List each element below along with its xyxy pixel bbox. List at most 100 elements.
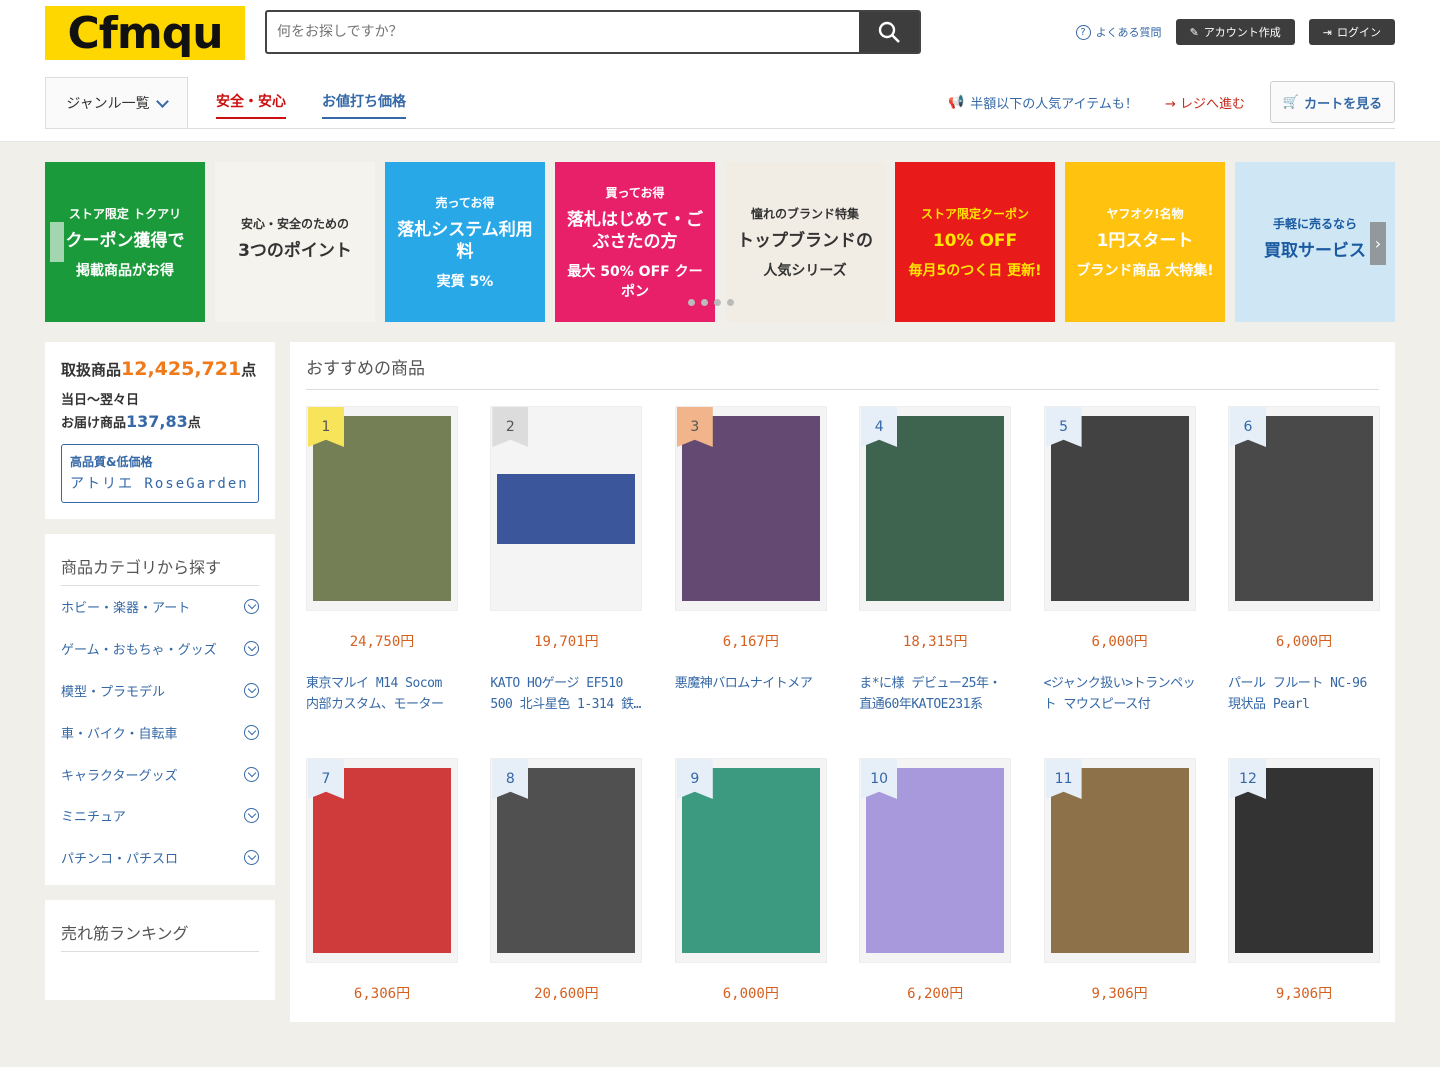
product-card[interactable]: 11 9,306円 — [1043, 758, 1196, 1067]
expand-circle-icon[interactable] — [244, 599, 259, 615]
promo-banner[interactable]: ヤフオク!名物 1円スタート ブランド商品 大特集! — [1065, 162, 1225, 322]
product-image — [497, 473, 636, 544]
product-price: 6,000円 — [1275, 634, 1333, 650]
expand-circle-icon[interactable] — [244, 808, 259, 824]
product-card[interactable]: 7 6,306円 — [306, 758, 458, 1067]
product-card[interactable]: 1 24,750円 東京マルイ M14 Socom 内部カスタム、モーター — [306, 406, 458, 715]
promo-link[interactable]: 📢 半額以下の人気アイテムも！ — [948, 93, 1138, 112]
product-image — [681, 768, 820, 953]
product-title[interactable] — [859, 1025, 1011, 1067]
promo-banner[interactable]: 買ってお得 落札はじめて・ごぶさたの方 最大 50% OFF クーポン — [555, 162, 715, 322]
expand-circle-icon[interactable] — [244, 724, 259, 740]
total-unit: 点 — [241, 361, 257, 379]
product-thumbnail[interactable]: 6 — [1228, 406, 1380, 611]
cart-button[interactable]: 🛒 カートを見る — [1270, 81, 1395, 123]
signup-label: アカウント作成 — [1203, 26, 1281, 39]
total-items: 取扱商品12,425,721点 — [61, 358, 259, 380]
product-title[interactable]: <ジャンク扱い>トランペット マウスピース付 — [1044, 673, 1196, 715]
product-thumbnail[interactable]: 11 — [1043, 758, 1196, 963]
genre-menu-button[interactable]: ジャンル一覧 — [45, 77, 188, 128]
expand-circle-icon[interactable] — [244, 766, 259, 782]
promo-banner[interactable]: 憧れのブランド特集 トップブランドの 人気シリーズ — [725, 162, 885, 322]
product-image — [497, 768, 636, 953]
product-price: 18,315円 — [902, 634, 968, 650]
question-icon: ? — [1075, 24, 1091, 40]
category-item[interactable]: ホビー・楽器・アート — [61, 586, 259, 628]
expand-circle-icon[interactable] — [244, 850, 259, 866]
product-title[interactable] — [306, 1025, 458, 1067]
product-thumbnail[interactable]: 12 — [1228, 758, 1380, 963]
product-card[interactable]: 5 6,000円 <ジャンク扱い>トランペット マウスピース付 — [1043, 406, 1196, 715]
product-card[interactable]: 12 9,306円 — [1228, 758, 1380, 1067]
promo-banner[interactable]: 売ってお得 落札システム利用料 実質 5% — [385, 162, 545, 322]
product-thumbnail[interactable]: 10 — [859, 758, 1012, 963]
product-thumbnail[interactable]: 9 — [674, 758, 827, 963]
banner-main-text: 落札システム利用料 — [397, 219, 533, 262]
expand-circle-icon[interactable] — [244, 682, 259, 698]
product-thumbnail[interactable]: 4 — [859, 406, 1012, 611]
cart-label: カートを見る — [1304, 96, 1383, 112]
tab-bargain[interactable]: お値打ち価格 — [322, 91, 406, 119]
category-list: ホビー・楽器・アート ゲーム・おもちゃ・グッズ 模型・プラモデル 車・バイク・自転車キ… — [61, 586, 259, 879]
carousel-dot[interactable] — [714, 299, 721, 306]
promo-banner[interactable]: ストア限定 トクアリ クーポン獲得で 掲載商品がお得 — [45, 162, 205, 322]
product-title[interactable] — [490, 1025, 642, 1067]
shop-name: アトリエ RoseGarden — [70, 476, 249, 492]
search-input[interactable] — [267, 12, 859, 52]
category-item[interactable]: パチンコ・パチスロ — [61, 837, 259, 879]
product-title[interactable]: ま*に様 デビュー25年・直通60年KATOE231系 — [859, 673, 1011, 715]
delivery-label: 当日〜翌々日 — [61, 393, 140, 408]
tab-safe[interactable]: 安全・安心 — [216, 91, 286, 119]
product-thumbnail[interactable]: 1 — [306, 406, 458, 611]
product-card[interactable]: 4 18,315円ま*に様 デビュー25年・直通60年KATOE231系 — [859, 406, 1012, 715]
product-title[interactable]: 悪魔神バロムナイトメア — [675, 673, 827, 715]
expand-circle-icon[interactable] — [244, 641, 259, 657]
product-thumbnail[interactable]: 8 — [490, 758, 643, 963]
site-logo[interactable]: Cfmqu — [45, 6, 245, 60]
faq-link[interactable]: ? よくある質問 — [1075, 24, 1162, 40]
search-bar — [265, 10, 921, 54]
category-label: ミニチュア — [61, 810, 126, 826]
product-title[interactable]: KATO HOゲージ EF510 500 北斗星色 1-314 鉄道模型 — [490, 673, 642, 715]
product-thumbnail[interactable]: 7 — [306, 758, 458, 963]
category-label: キャラクターグッズ — [61, 768, 178, 784]
search-button[interactable] — [859, 12, 919, 52]
product-title[interactable] — [675, 1025, 827, 1067]
login-button[interactable]: ⇥ ログイン — [1308, 19, 1395, 45]
recommend-title: おすすめの商品 — [306, 342, 1379, 390]
signup-button[interactable]: ✎ アカウント作成 — [1175, 19, 1295, 45]
product-title[interactable] — [1044, 1025, 1196, 1067]
product-card[interactable]: 3 6,167円 悪魔神バロムナイトメア — [674, 406, 827, 715]
product-card[interactable]: 9 6,000円 — [674, 758, 827, 1067]
category-item[interactable]: 車・バイク・自転車 — [61, 711, 259, 753]
category-item[interactable]: ミニチュア — [61, 795, 259, 837]
product-thumbnail[interactable]: 5 — [1043, 406, 1196, 611]
category-item[interactable]: 模型・プラモデル — [61, 670, 259, 712]
product-card[interactable]: 10 6,200円 — [859, 758, 1012, 1067]
product-title[interactable] — [1228, 1025, 1380, 1067]
stats-box: 取扱商品12,425,721点 当日〜翌々日 お届け商品137,83点 高品質&低… — [45, 342, 275, 519]
promo-banner[interactable]: ストア限定クーポン 10% OFF 毎月5のつく日 更新! — [895, 162, 1055, 322]
carousel-prev-button[interactable] — [50, 222, 64, 262]
product-card[interactable]: 6 6,000円パール フルート NC-96 現状品 Pearl — [1228, 406, 1380, 715]
carousel-dot[interactable] — [701, 299, 708, 306]
product-card[interactable]: 2 19,701円 KATO HOゲージ EF510 500 北斗星色 1-314 … — [490, 406, 643, 715]
promo-banner[interactable]: 安心・安全のための 3つのポイント — [215, 162, 375, 322]
product-card[interactable]: 8 20,600円 — [490, 758, 643, 1067]
product-title[interactable]: パール フルート NC-96 現状品 Pearl — [1228, 673, 1380, 715]
featured-shop[interactable]: 高品質&低価格 アトリエ RoseGarden — [61, 444, 259, 503]
rank-badge: 2 — [492, 407, 529, 447]
banner-top-text: 買ってお得 — [605, 185, 665, 200]
carousel-dots — [688, 299, 734, 306]
carousel-dot[interactable] — [688, 299, 695, 306]
carousel-next-button[interactable]: › — [1370, 222, 1386, 265]
carousel-dot[interactable] — [727, 299, 734, 306]
category-item[interactable]: キャラクターグッズ — [61, 753, 259, 795]
checkout-link[interactable]: → レジへ進む — [1165, 93, 1245, 112]
category-item[interactable]: ゲーム・おもちゃ・グッズ — [61, 628, 259, 670]
product-thumbnail[interactable]: 2 — [490, 406, 643, 611]
banner-bottom-text: 掲載商品がお得 — [76, 262, 174, 279]
product-image — [1235, 768, 1373, 953]
product-thumbnail[interactable]: 3 — [674, 406, 827, 611]
product-title[interactable]: 東京マルイ M14 Socom 内部カスタム、モーター — [306, 673, 458, 715]
